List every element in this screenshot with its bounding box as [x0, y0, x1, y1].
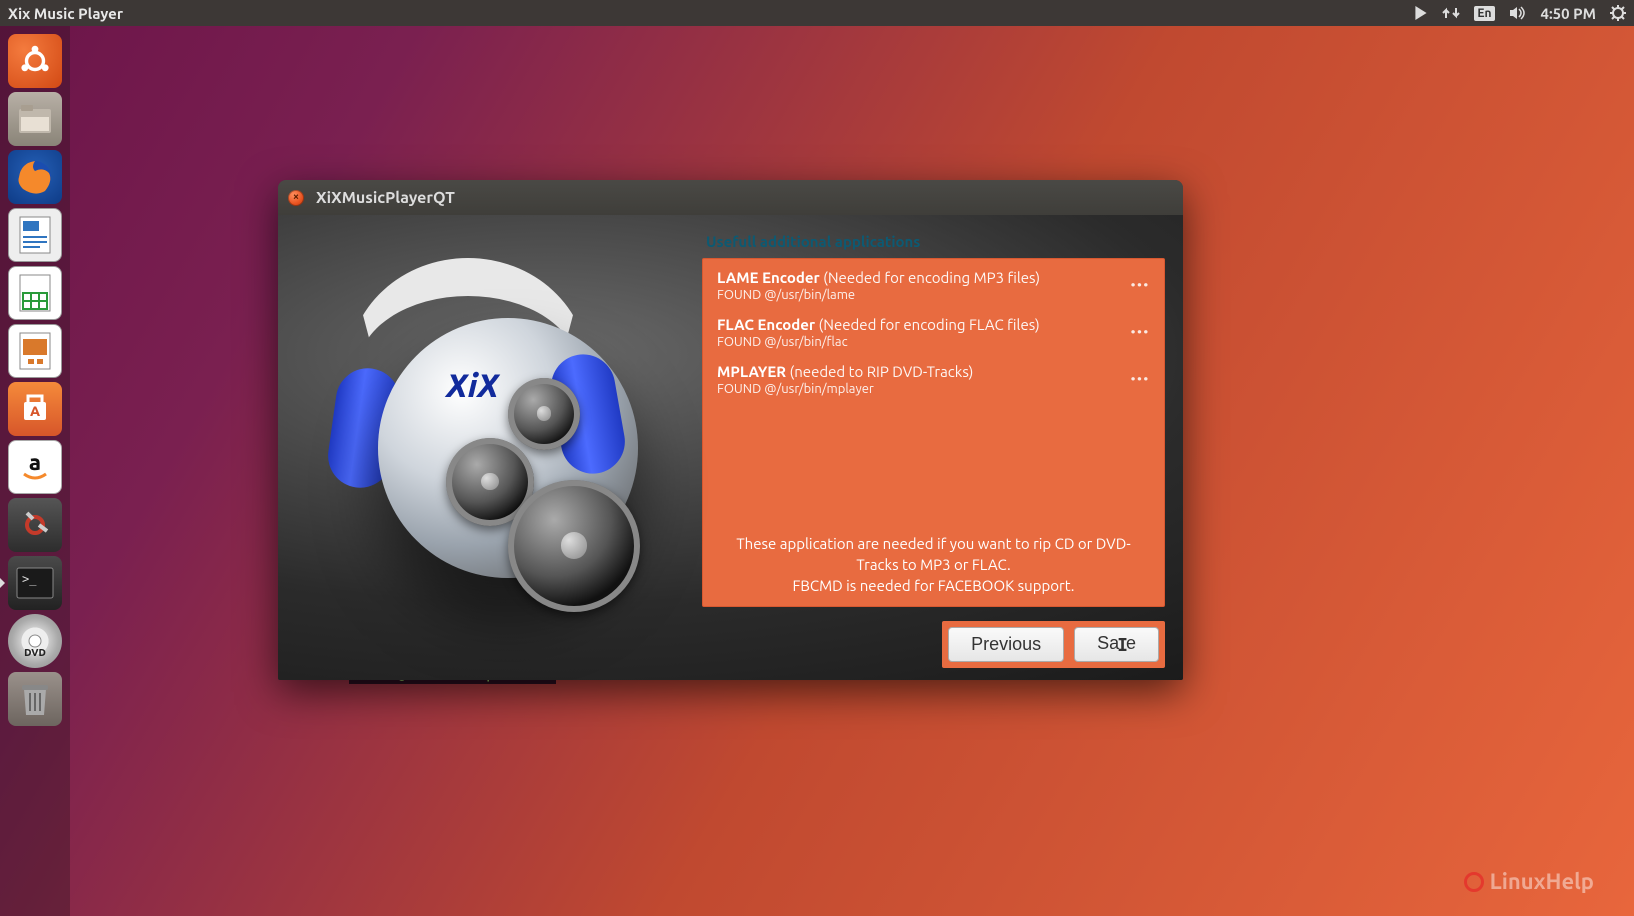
app-found: FOUND @/usr/bin/lame	[717, 288, 1120, 302]
app-name: FLAC Encoder	[717, 316, 815, 333]
app-item-flac: FLAC Encoder (Needed for encoding FLAC f…	[717, 316, 1150, 349]
trash-icon[interactable]	[8, 672, 62, 726]
svg-text:>_: >_	[22, 572, 37, 586]
more-icon[interactable]: •••	[1131, 326, 1150, 339]
panel-footer: These application are needed if you want…	[717, 533, 1150, 596]
app-need: (Needed for encoding MP3 files)	[823, 269, 1040, 286]
app-name: LAME Encoder	[717, 269, 820, 286]
libreoffice-calc-icon[interactable]	[8, 266, 62, 320]
app-found: FOUND @/usr/bin/flac	[717, 335, 1120, 349]
clock[interactable]: 4:50 PM	[1541, 5, 1596, 22]
language-indicator[interactable]: En	[1474, 6, 1494, 21]
watermark-text: LinuxHelp	[1490, 869, 1594, 894]
previous-button[interactable]: Previous	[948, 627, 1064, 662]
session-gear-icon[interactable]	[1610, 5, 1626, 21]
svg-text:DVD: DVD	[24, 647, 46, 658]
network-icon[interactable]	[1442, 6, 1460, 20]
media-dvd-icon[interactable]: DVD	[8, 614, 62, 668]
app-item-lame: LAME Encoder (Needed for encoding MP3 fi…	[717, 269, 1150, 302]
app-found: FOUND @/usr/bin/mplayer	[717, 382, 1120, 396]
top-menubar: Xix Music Player En 4:50 PM	[0, 0, 1634, 26]
libreoffice-writer-icon[interactable]	[8, 208, 62, 262]
save-button[interactable]: SaIe	[1074, 627, 1159, 662]
system-settings-icon[interactable]	[8, 498, 62, 552]
app-item-mplayer: MPLAYER (needed to RIP DVD-Tracks) FOUND…	[717, 363, 1150, 396]
app-name: MPLAYER	[717, 363, 786, 380]
more-icon[interactable]: •••	[1131, 373, 1150, 386]
app-title: Xix Music Player	[8, 5, 123, 22]
logo-text: XiX	[446, 368, 499, 404]
ubuntu-dash-icon[interactable]	[8, 34, 62, 88]
file-manager-icon[interactable]	[8, 92, 62, 146]
close-icon[interactable]: ×	[288, 190, 304, 206]
app-need: (Needed for encoding FLAC files)	[819, 316, 1040, 333]
unity-launcher: A a >_ DVD	[0, 26, 70, 916]
additional-apps-panel: LAME Encoder (Needed for encoding MP3 fi…	[702, 258, 1165, 607]
system-tray: En 4:50 PM	[1414, 5, 1626, 22]
window-title: XiXMusicPlayerQT	[316, 189, 455, 207]
watermark: LinuxHelp	[1464, 869, 1594, 894]
volume-icon[interactable]	[1509, 6, 1527, 20]
libreoffice-impress-icon[interactable]	[8, 324, 62, 378]
logo-pane: XiX	[278, 215, 698, 680]
xix-setup-dialog: × XiXMusicPlayerQT XiX Usefull additiona…	[278, 180, 1183, 680]
xix-logo-icon: XiX	[308, 258, 668, 638]
terminal-icon[interactable]: >_	[8, 556, 62, 610]
section-title: Usefull additional applications	[702, 233, 1165, 250]
ubuntu-software-icon[interactable]: A	[8, 382, 62, 436]
play-indicator-icon[interactable]	[1414, 6, 1428, 20]
window-titlebar[interactable]: × XiXMusicPlayerQT	[278, 180, 1183, 215]
firefox-icon[interactable]	[8, 150, 62, 204]
more-icon[interactable]: •••	[1131, 279, 1150, 292]
wizard-buttons: Previous SaIe	[942, 621, 1165, 668]
app-need: (needed to RIP DVD-Tracks)	[790, 363, 974, 380]
watermark-icon	[1464, 872, 1484, 892]
amazon-icon[interactable]: a	[8, 440, 62, 494]
svg-text:a: a	[29, 450, 41, 475]
svg-text:A: A	[30, 403, 40, 419]
